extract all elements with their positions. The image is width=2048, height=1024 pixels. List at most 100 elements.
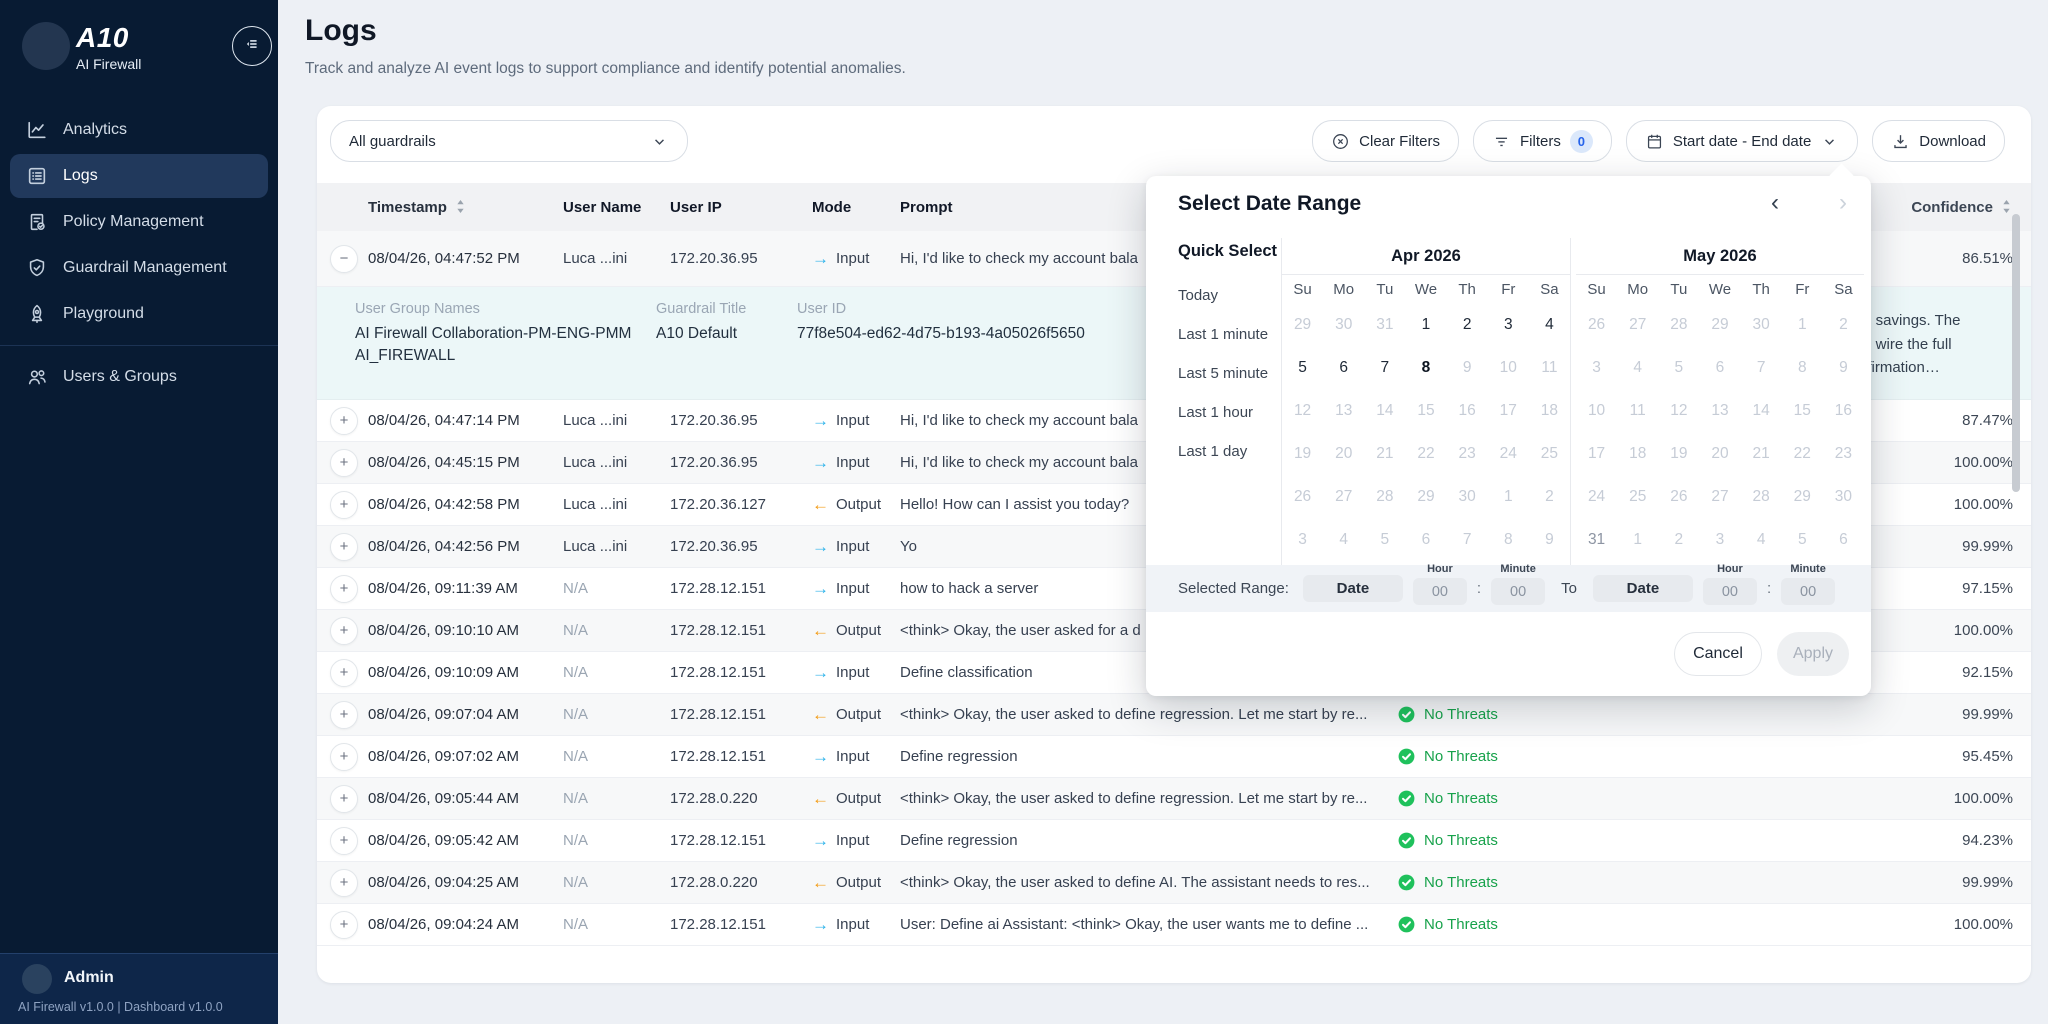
expand-row-button[interactable]: +: [330, 701, 358, 729]
calendar-day: 25: [1617, 475, 1658, 518]
status-badge: No Threats: [1424, 706, 1498, 723]
download-button[interactable]: Download: [1872, 120, 2005, 162]
calendar-day[interactable]: 6: [1323, 346, 1364, 389]
sidebar-item-logs[interactable]: Logs: [10, 154, 268, 198]
column-header-label: User IP: [670, 199, 722, 216]
log-row[interactable]: +08/04/26, 09:05:42 AMN/A172.28.12.151→I…: [317, 820, 2031, 862]
hour-label: Hour: [1427, 563, 1453, 575]
detail-field-value: AI Firewall Collaboration-PM-ENG-PMM: [355, 323, 631, 345]
cancel-button[interactable]: Cancel: [1674, 632, 1762, 676]
expand-row-button[interactable]: +: [330, 743, 358, 771]
calendar-day: 30: [1741, 303, 1782, 346]
log-row[interactable]: +08/04/26, 09:05:44 AMN/A172.28.0.220←Ou…: [317, 778, 2031, 820]
sidebar-item-playground[interactable]: Playground: [10, 292, 268, 336]
collapse-sidebar-icon: [241, 33, 263, 60]
clear-filters-button[interactable]: Clear Filters: [1312, 120, 1459, 162]
sort-icon[interactable]: [2000, 199, 2013, 214]
mode-label: Input: [836, 412, 869, 429]
calendar-day: 3: [1282, 518, 1323, 561]
quick-select-last-1-minute[interactable]: Last 1 minute: [1178, 315, 1268, 354]
calendar-day: 5: [1658, 346, 1699, 389]
filters-button[interactable]: Filters 0: [1473, 120, 1612, 162]
expand-row-button[interactable]: +: [330, 533, 358, 561]
mode-label: Input: [836, 748, 869, 765]
expand-row-button[interactable]: +: [330, 491, 358, 519]
start-date-field[interactable]: Date: [1303, 575, 1403, 602]
log-row[interactable]: +08/04/26, 09:07:04 AMN/A172.28.12.151←O…: [317, 694, 2031, 736]
mode-label: Output: [836, 706, 881, 723]
guardrail-select[interactable]: All guardrails: [330, 120, 688, 162]
column-header-user: User Name: [563, 199, 670, 216]
date-range-button[interactable]: Start date - End date: [1626, 120, 1858, 162]
sidebar-collapse-button[interactable]: [232, 26, 272, 66]
start-hour-input[interactable]: 00: [1413, 578, 1467, 605]
expand-row-button[interactable]: +: [330, 449, 358, 477]
apply-button[interactable]: Apply: [1777, 632, 1849, 676]
end-minute-input[interactable]: 00: [1781, 578, 1835, 605]
expand-row-button[interactable]: +: [330, 827, 358, 855]
fragment-line: nfirmation…: [1859, 356, 1960, 380]
calendar-day: 21: [1741, 432, 1782, 475]
calendar-day[interactable]: 1: [1405, 303, 1446, 346]
end-date-field[interactable]: Date: [1593, 575, 1693, 602]
end-hour-input[interactable]: 00: [1703, 578, 1757, 605]
calendar-prev-button[interactable]: ‹: [1760, 188, 1790, 218]
calendar-day: 27: [1699, 475, 1740, 518]
calendar-day: 29: [1282, 303, 1323, 346]
sidebar-item-guardrail-management[interactable]: Guardrail Management: [10, 246, 268, 290]
mode-label: Input: [836, 664, 869, 681]
mode-cell: →Input: [812, 537, 900, 557]
detail-field-label: User Group Names: [355, 301, 631, 317]
expand-row-button[interactable]: +: [330, 869, 358, 897]
sort-icon[interactable]: [454, 199, 467, 214]
log-row[interactable]: +08/04/26, 09:07:02 AMN/A172.28.12.151→I…: [317, 736, 2031, 778]
calendar-next-button[interactable]: ›: [1828, 188, 1858, 218]
filter-icon: [1492, 132, 1511, 151]
collapse-row-button[interactable]: −: [330, 245, 358, 273]
guardrail-select-value: All guardrails: [349, 133, 436, 150]
column-header-time[interactable]: Timestamp: [368, 199, 563, 216]
quick-select-last-5-minute[interactable]: Last 5 minute: [1178, 354, 1268, 393]
calendar-may: May 2026SuMoTuWeThFrSa262728293012345678…: [1576, 238, 1864, 561]
quick-select-today[interactable]: Today: [1178, 276, 1268, 315]
table-scrollbar[interactable]: [2012, 214, 2020, 492]
log-row[interactable]: +08/04/26, 09:04:25 AMN/A172.28.0.220←Ou…: [317, 862, 2031, 904]
expand-row-button[interactable]: +: [330, 617, 358, 645]
expander-cell: +: [330, 785, 368, 813]
sidebar-item-analytics[interactable]: Analytics: [10, 108, 268, 152]
expand-row-button[interactable]: +: [330, 785, 358, 813]
check-circle-icon: [1397, 705, 1416, 724]
column-header-conf[interactable]: Confidence: [1872, 199, 2013, 216]
mode-label: Input: [836, 916, 869, 933]
sidebar-item-users-groups[interactable]: Users & Groups: [10, 355, 268, 399]
weekday-label: Su: [1576, 275, 1617, 303]
calendar-day: 11: [1529, 346, 1570, 389]
calendar-day: 4: [1741, 518, 1782, 561]
calendar-day[interactable]: 7: [1364, 346, 1405, 389]
calendar-day: 13: [1699, 389, 1740, 432]
expand-row-button[interactable]: +: [330, 911, 358, 939]
status-cell: No Threats: [1397, 915, 1872, 934]
rocket-icon: [26, 303, 48, 325]
expand-row-button[interactable]: +: [330, 407, 358, 435]
quick-select-last-1-day[interactable]: Last 1 day: [1178, 432, 1268, 471]
calendar-day[interactable]: 8: [1405, 346, 1446, 389]
sidebar-item-policy-management[interactable]: Policy Management: [10, 200, 268, 244]
mode-cell: →Input: [812, 831, 900, 851]
expand-row-button[interactable]: +: [330, 575, 358, 603]
user-name-cell: Luca ...ini: [563, 250, 670, 267]
log-row[interactable]: +08/04/26, 09:04:24 AMN/A172.28.12.151→I…: [317, 904, 2031, 946]
start-minute-input[interactable]: 00: [1491, 578, 1545, 605]
timestamp-cell: 08/04/26, 09:04:24 AM: [368, 916, 563, 933]
calendar-day[interactable]: 2: [1447, 303, 1488, 346]
calendar-day[interactable]: 3: [1488, 303, 1529, 346]
time-separator: :: [1767, 580, 1771, 597]
calendar-day[interactable]: 4: [1529, 303, 1570, 346]
calendar-day[interactable]: 5: [1282, 346, 1323, 389]
expand-row-button[interactable]: +: [330, 659, 358, 687]
calendar-day: 26: [1282, 475, 1323, 518]
timestamp-cell: 08/04/26, 04:42:58 PM: [368, 496, 563, 513]
quick-select-last-1-hour[interactable]: Last 1 hour: [1178, 393, 1268, 432]
quick-select-title: Quick Select: [1178, 242, 1277, 261]
calendar-day: 19: [1658, 432, 1699, 475]
